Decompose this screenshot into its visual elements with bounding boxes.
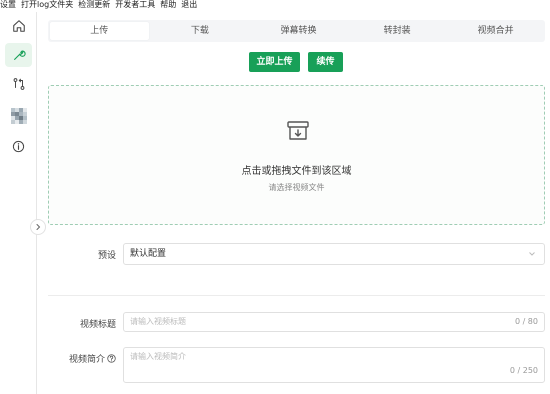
tab-danmaku-convert[interactable]: 弹幕转换 — [249, 20, 348, 42]
sidebar — [0, 12, 37, 394]
sidebar-item-home[interactable] — [5, 14, 32, 38]
menu-bar: 设置 打开log文件夹 检测更新 开发者工具 帮助 退出 — [0, 0, 550, 11]
sidebar-item-account[interactable] — [5, 104, 32, 128]
wrench-icon — [13, 50, 26, 60]
main-panel: 上传 下载 弹幕转换 转封装 视频合并 立即上传 续传 点击或拖拽文件到该区域 … — [48, 12, 545, 394]
tab-remux[interactable]: 转封装 — [348, 20, 447, 42]
video-desc-label-text: 视频简介 — [68, 355, 105, 365]
chevron-down-icon — [528, 244, 536, 272]
section-divider — [48, 295, 545, 296]
video-desc-counter: 0 / 250 — [509, 366, 538, 375]
preset-value: 默认配置 — [130, 249, 167, 259]
video-title-placeholder: 请输入视频标题 — [130, 317, 186, 326]
sidebar-item-compare[interactable] — [5, 72, 32, 96]
preset-select[interactable]: 默认配置 — [123, 243, 545, 265]
avatar-icon — [10, 108, 27, 124]
help-circle-icon[interactable] — [107, 354, 116, 363]
upload-dropzone[interactable]: 点击或拖拽文件到该区域 请选择视频文件 — [48, 85, 545, 225]
info-icon — [12, 140, 25, 152]
sidebar-item-about[interactable] — [5, 134, 32, 158]
menu-dev-tools[interactable]: 开发者工具 — [115, 0, 155, 9]
video-title-counter: 0 / 80 — [514, 317, 538, 326]
menu-help[interactable]: 帮助 — [160, 0, 176, 9]
video-title-input[interactable]: 请输入视频标题 0 / 80 — [123, 312, 545, 332]
tab-download[interactable]: 下载 — [151, 20, 250, 42]
git-compare-icon — [13, 78, 24, 90]
tab-bar: 上传 下载 弹幕转换 转封装 视频合并 — [48, 20, 545, 42]
video-desc-placeholder: 请输入视频简介 — [130, 352, 186, 361]
menu-settings[interactable]: 设置 — [0, 0, 16, 9]
preset-label: 预设 — [97, 251, 116, 261]
chevron-right-icon — [36, 224, 41, 230]
menu-check-update[interactable]: 检测更新 — [78, 0, 110, 9]
archive-download-icon — [287, 121, 309, 140]
home-icon — [12, 20, 25, 32]
upload-now-button[interactable]: 立即上传 — [249, 52, 300, 72]
dropzone-title: 点击或拖拽文件到该区域 — [241, 166, 352, 177]
video-title-label: 视频标题 — [79, 320, 116, 330]
menu-exit[interactable]: 退出 — [181, 0, 197, 9]
dropzone-subtitle: 请选择视频文件 — [268, 183, 325, 192]
tab-upload[interactable]: 上传 — [50, 22, 149, 40]
menu-open-log-folder[interactable]: 打开log文件夹 — [21, 0, 73, 9]
resume-upload-button[interactable]: 续传 — [308, 52, 343, 72]
sidebar-collapse-button[interactable] — [30, 219, 46, 235]
video-desc-label: 视频简介 — [48, 352, 116, 365]
sidebar-item-tools[interactable] — [5, 43, 32, 67]
video-desc-input[interactable]: 请输入视频简介 0 / 250 — [123, 347, 545, 383]
tab-video-merge[interactable]: 视频合并 — [446, 20, 545, 42]
